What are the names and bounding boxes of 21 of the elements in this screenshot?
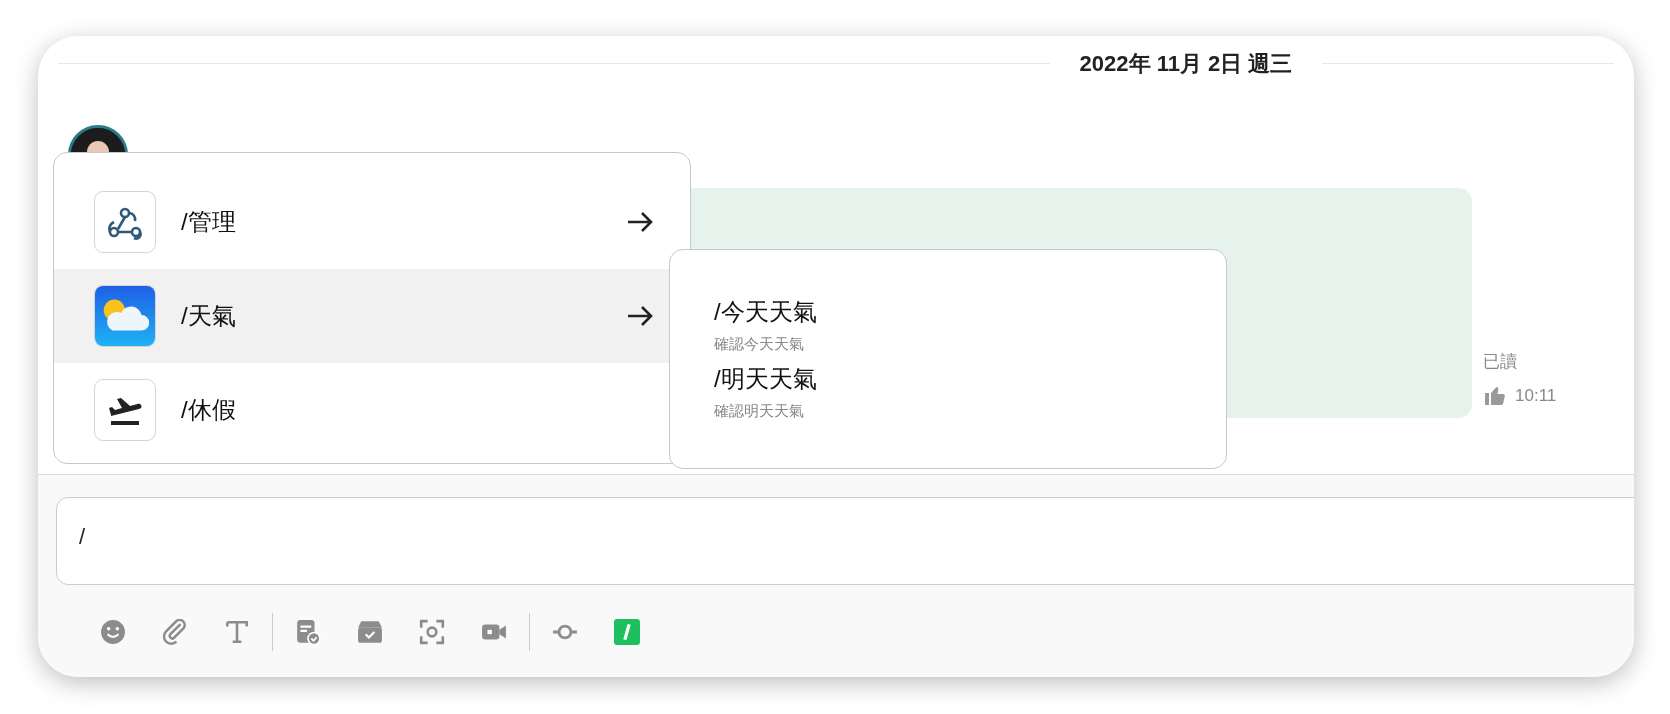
command-label: /天氣 bbox=[181, 301, 236, 331]
command-description: 確認明天天氣 bbox=[714, 401, 805, 422]
message-time: 10:11 bbox=[1515, 384, 1557, 407]
message-input[interactable]: / bbox=[56, 497, 1634, 585]
command-label: /管理 bbox=[181, 207, 236, 237]
screenshot-icon[interactable] bbox=[419, 619, 445, 645]
text-format-icon[interactable] bbox=[224, 619, 250, 645]
slash-command-icon[interactable] bbox=[614, 619, 640, 645]
submenu-command[interactable]: /明天天氣 bbox=[714, 365, 1182, 395]
emoji-icon[interactable] bbox=[100, 619, 126, 645]
command-item[interactable]: /休假 bbox=[54, 363, 690, 457]
read-status: 已讀 bbox=[1483, 351, 1518, 373]
date-separator: 2022年 11月 2日 週三 bbox=[1078, 50, 1294, 78]
paperclip-icon[interactable] bbox=[162, 619, 188, 645]
command-item[interactable]: /管理 bbox=[54, 175, 690, 269]
task-check-icon[interactable] bbox=[295, 619, 321, 645]
command-description: 確認今天天氣 bbox=[714, 333, 805, 354]
archive-box-icon[interactable] bbox=[357, 619, 383, 645]
weather-icon bbox=[95, 286, 155, 346]
submenu-command[interactable]: /今天天氣 bbox=[714, 298, 1182, 327]
command-label: /休假 bbox=[181, 395, 236, 425]
